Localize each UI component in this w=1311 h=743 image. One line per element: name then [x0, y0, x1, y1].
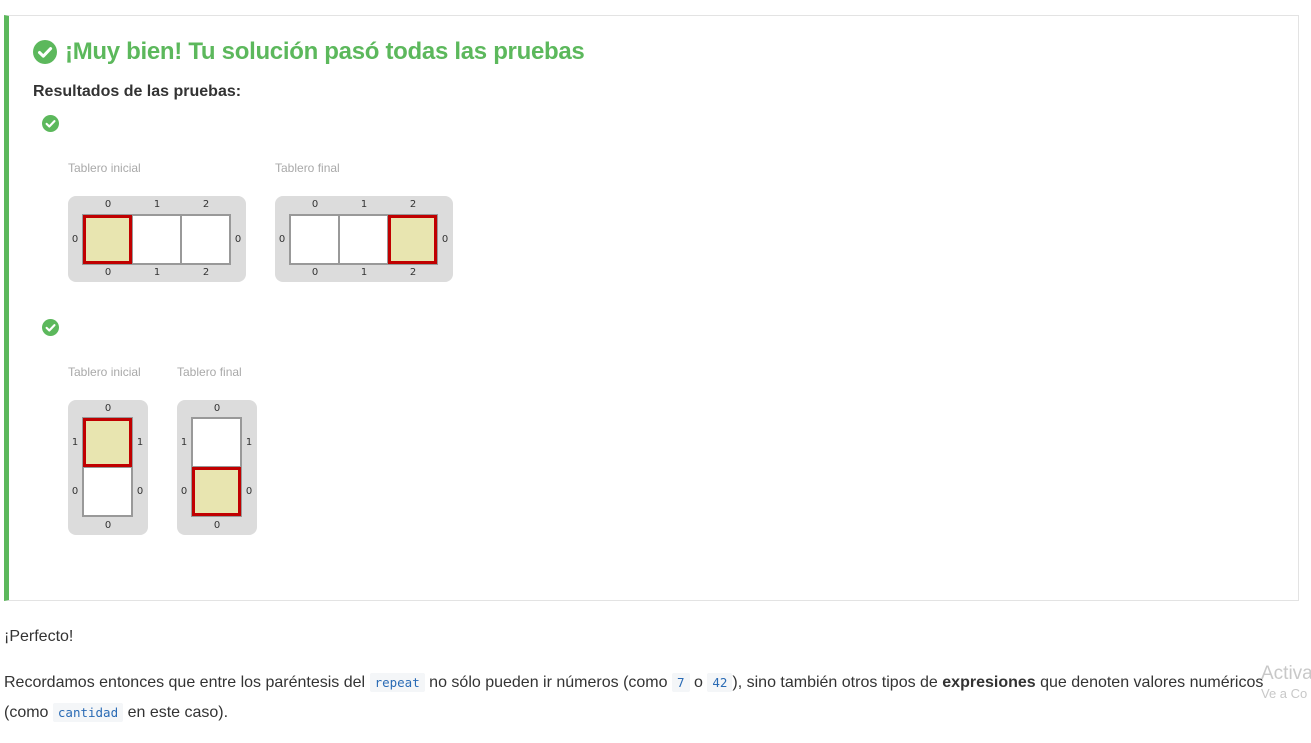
- row-number: 0: [245, 486, 253, 497]
- column-number: 0: [104, 520, 112, 531]
- final-board-label: Tablero final: [177, 365, 242, 379]
- row-number: 0: [278, 234, 286, 245]
- column-number: 1: [360, 267, 368, 278]
- board-cell-head: [192, 467, 241, 516]
- code-seven: 7: [671, 673, 690, 692]
- row-number: 1: [71, 437, 79, 448]
- bold-expresiones: expresiones: [942, 674, 1036, 691]
- column-number: 0: [213, 520, 221, 531]
- final-board: 0 1 2 0 0 0 1 2: [275, 196, 453, 282]
- column-number: 0: [104, 403, 112, 414]
- column-number: 1: [360, 199, 368, 210]
- check-circle-icon: [33, 40, 57, 64]
- text-fragment: (como: [4, 704, 49, 721]
- results-subtitle: Resultados de las pruebas:: [33, 83, 242, 100]
- row-number: 0: [71, 234, 79, 245]
- explanation-text: ¡Perfecto! Recordamos entonces que entre…: [4, 622, 1294, 728]
- column-number: 0: [213, 403, 221, 414]
- final-board-label: Tablero final: [275, 161, 340, 175]
- column-number: 0: [104, 267, 112, 278]
- text-fragment: en este caso).: [127, 704, 229, 721]
- check-circle-icon: [42, 115, 59, 132]
- board-cell: [290, 215, 339, 264]
- board-grid: [289, 214, 438, 265]
- initial-board-label: Tablero inicial: [68, 161, 141, 175]
- row-number: 1: [136, 437, 144, 448]
- board-cell: [192, 418, 241, 467]
- column-number: 1: [153, 267, 161, 278]
- row-number: 0: [234, 234, 242, 245]
- column-number: 0: [104, 199, 112, 210]
- board-grid: [82, 214, 231, 265]
- text-fragment: que denoten valores numéricos: [1040, 674, 1264, 691]
- row-number: 0: [441, 234, 449, 245]
- board-cell-head: [388, 215, 437, 264]
- paragraph-perfect: ¡Perfecto!: [4, 628, 74, 645]
- column-number: 0: [311, 199, 319, 210]
- success-title-text: ¡Muy bien! Tu solución pasó todas las pr…: [65, 38, 585, 65]
- text-fragment: Recordamos entonces que entre los parént…: [4, 674, 366, 691]
- board-cell: [132, 215, 181, 264]
- row-number: 1: [180, 437, 188, 448]
- code-cantidad: cantidad: [52, 703, 124, 722]
- board-grid: [191, 417, 242, 517]
- row-number: 0: [180, 486, 188, 497]
- windows-activation-watermark: Activa Ve a Co: [1261, 664, 1311, 704]
- initial-board-label: Tablero inicial: [68, 365, 141, 379]
- column-number: 0: [311, 267, 319, 278]
- initial-board: 0 1 1 0 0 0: [68, 400, 148, 535]
- text-fragment: no sólo pueden ir números (como: [429, 674, 668, 691]
- column-number: 2: [202, 267, 210, 278]
- row-number: 0: [136, 486, 144, 497]
- row-number: 1: [245, 437, 253, 448]
- column-number: 2: [202, 199, 210, 210]
- column-number: 1: [153, 199, 161, 210]
- board-grid: [82, 417, 133, 517]
- check-circle-icon: [42, 319, 59, 336]
- success-title: ¡Muy bien! Tu solución pasó todas las pr…: [33, 38, 585, 66]
- text-fragment: ), sino también otros tipos de: [732, 674, 938, 691]
- final-board: 0 1 1 0 0 0: [177, 400, 257, 535]
- column-number: 2: [409, 267, 417, 278]
- board-cell-head: [83, 215, 132, 264]
- board-cell: [83, 467, 132, 516]
- initial-board: 0 1 2 0 0 0 1 2: [68, 196, 246, 282]
- board-cell: [339, 215, 388, 264]
- column-number: 2: [409, 199, 417, 210]
- code-forty-two: 42: [707, 673, 733, 692]
- watermark-line-1: Activa: [1261, 664, 1311, 684]
- test-results-panel: ¡Muy bien! Tu solución pasó todas las pr…: [4, 15, 1299, 601]
- text-fragment: o: [693, 674, 703, 691]
- code-repeat: repeat: [369, 673, 425, 692]
- board-cell: [181, 215, 230, 264]
- board-cell-head: [83, 418, 132, 467]
- paragraph-explanation: Recordamos entonces que entre los parént…: [4, 668, 1294, 728]
- row-number: 0: [71, 486, 79, 497]
- watermark-line-2: Ve a Co: [1261, 686, 1308, 701]
